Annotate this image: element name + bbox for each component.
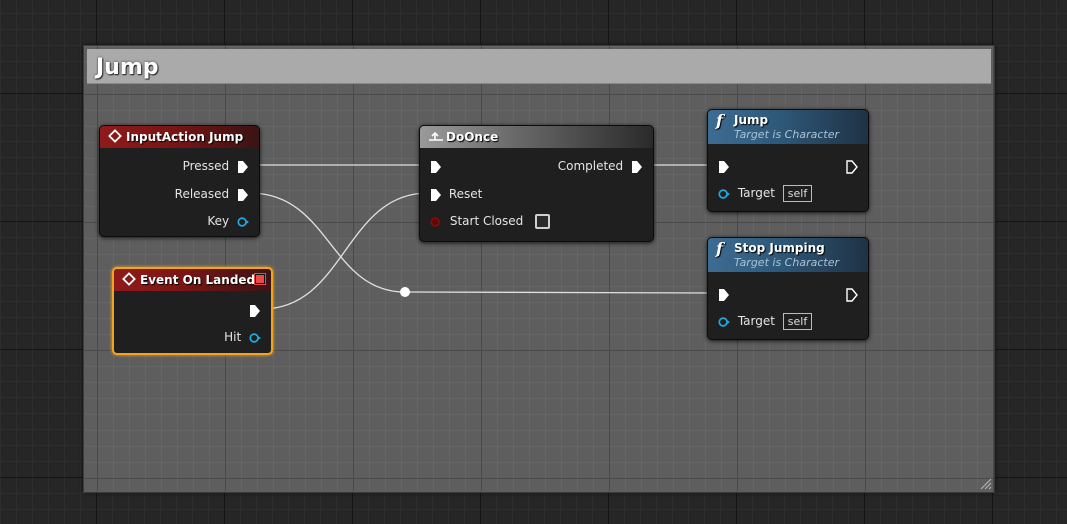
- target-self-value[interactable]: self: [782, 185, 813, 202]
- bool-pin-icon[interactable]: [430, 216, 442, 228]
- node-subtitle: Target is Character: [734, 256, 839, 269]
- exec-pin-icon[interactable]: [430, 160, 442, 174]
- exec-pin-icon[interactable]: [430, 188, 442, 202]
- node-header[interactable]: InputAction Jump: [100, 126, 259, 148]
- pin-label: Pressed: [182, 159, 230, 173]
- node-doonce[interactable]: DoOnce Completed Reset Start Closed: [419, 125, 654, 242]
- pin-label: Completed: [557, 159, 624, 173]
- pin-label: Target: [737, 314, 775, 328]
- pin-hit[interactable]: Hit: [224, 328, 261, 346]
- node-header[interactable]: Event On Landed: [114, 269, 271, 291]
- exec-pin-icon[interactable]: [237, 160, 249, 174]
- node-header[interactable]: f Jump Target is Character: [708, 110, 868, 144]
- pin-exec-out[interactable]: [249, 301, 261, 319]
- pin-completed[interactable]: Completed: [558, 157, 643, 175]
- pin-exec-in[interactable]: [718, 157, 730, 175]
- pin-key[interactable]: Key: [207, 212, 249, 230]
- pin-exec-out[interactable]: [846, 157, 858, 175]
- target-self-value[interactable]: self: [782, 313, 813, 330]
- pin-label: Key: [207, 214, 230, 228]
- pin-start-closed[interactable]: Start Closed: [430, 212, 551, 230]
- macro-icon: [429, 131, 443, 141]
- resize-grip-icon[interactable]: [978, 476, 992, 490]
- exec-pin-icon[interactable]: [237, 188, 249, 202]
- object-pin-icon[interactable]: [718, 316, 730, 328]
- exec-pin-icon[interactable]: [846, 159, 858, 174]
- node-title: Jump: [734, 113, 769, 127]
- node-header[interactable]: DoOnce: [420, 126, 653, 148]
- node-title: DoOnce: [446, 130, 499, 144]
- function-f-icon: f: [716, 111, 723, 130]
- pin-exec-in[interactable]: [718, 285, 730, 303]
- exec-pin-icon[interactable]: [718, 288, 730, 302]
- delegate-pin-icon[interactable]: [255, 274, 265, 284]
- object-pin-icon[interactable]: [718, 188, 730, 200]
- start-closed-checkbox[interactable]: [535, 214, 551, 229]
- pin-label: Hit: [224, 330, 242, 344]
- exec-pin-icon[interactable]: [846, 287, 858, 302]
- exec-pin-icon[interactable]: [249, 304, 261, 318]
- node-header[interactable]: f Stop Jumping Target is Character: [708, 238, 868, 272]
- node-event-on-landed[interactable]: Event On Landed Hit: [112, 267, 273, 355]
- event-diamond-icon: [108, 129, 122, 143]
- pin-target[interactable]: Target self: [718, 312, 813, 330]
- node-title: Stop Jumping: [734, 241, 825, 255]
- node-title: InputAction Jump: [126, 130, 244, 144]
- pin-pressed[interactable]: Pressed: [183, 157, 249, 175]
- node-stop-jumping[interactable]: f Stop Jumping Target is Character Targe…: [707, 237, 869, 340]
- object-pin-icon[interactable]: [237, 216, 249, 228]
- pin-reset[interactable]: Reset: [430, 185, 482, 203]
- object-pin-icon[interactable]: [249, 332, 261, 344]
- event-diamond-icon: [122, 272, 136, 286]
- pin-target[interactable]: Target self: [718, 184, 813, 202]
- pin-exec-out[interactable]: [846, 285, 858, 303]
- exec-pin-icon[interactable]: [718, 160, 730, 174]
- pin-label: Released: [174, 187, 230, 201]
- exec-pin-icon[interactable]: [631, 160, 643, 174]
- node-subtitle: Target is Character: [734, 128, 839, 141]
- node-inputaction-jump[interactable]: InputAction Jump Pressed Released Key: [99, 125, 260, 237]
- function-f-icon: f: [716, 239, 723, 258]
- comment-header[interactable]: Jump: [87, 49, 991, 84]
- comment-title: Jump: [96, 55, 159, 80]
- pin-released[interactable]: Released: [175, 185, 249, 203]
- pin-label: Target: [737, 186, 775, 200]
- node-jump[interactable]: f Jump Target is Character Target self: [707, 109, 869, 212]
- pin-label: Start Closed: [449, 214, 524, 228]
- pin-exec-in[interactable]: [430, 157, 442, 175]
- node-title: Event On Landed: [140, 273, 256, 287]
- pin-label: Reset: [448, 187, 483, 201]
